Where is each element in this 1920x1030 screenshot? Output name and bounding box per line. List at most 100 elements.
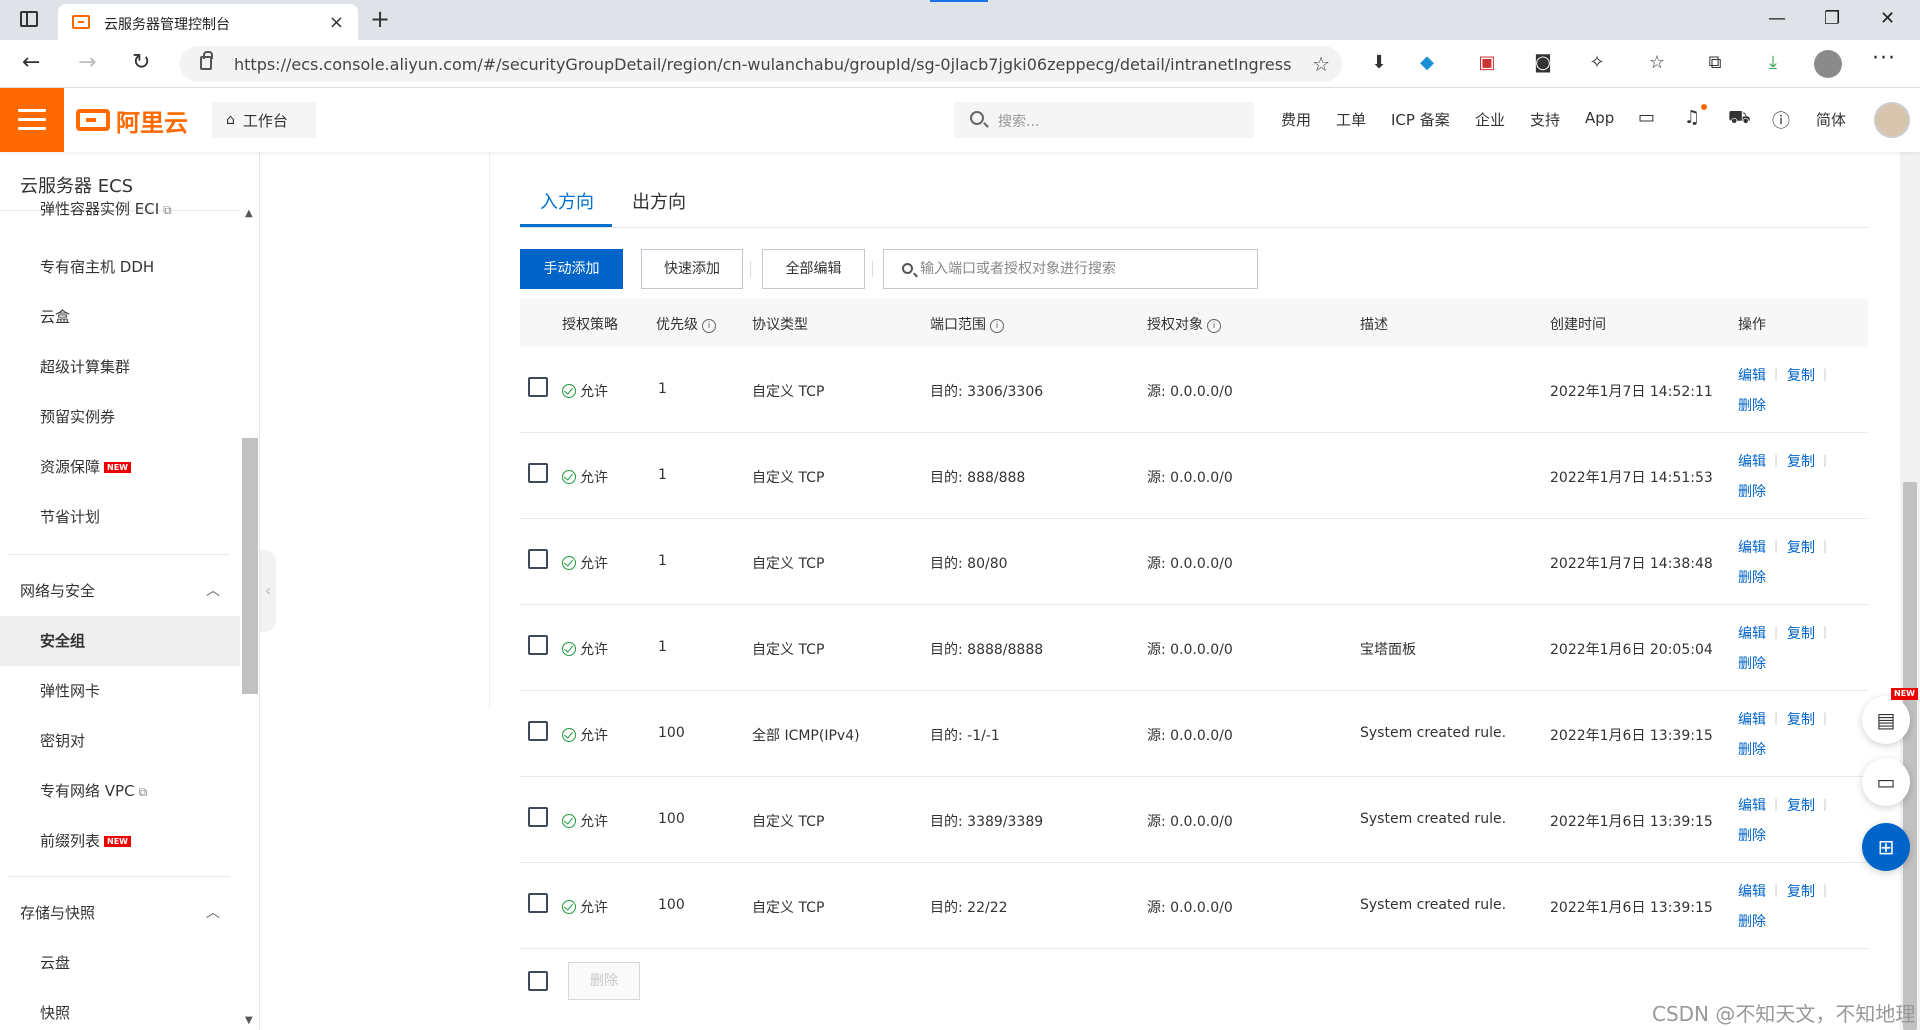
sidebar-group-storage[interactable]: 存储与快照 ︿ [0,888,240,938]
notification-bell-icon[interactable]: ♫ [1684,107,1700,128]
extension-game-icon[interactable]: ◙ [1532,52,1554,74]
new-tab-button[interactable]: + [370,5,390,33]
tab-close-icon[interactable]: × [329,12,344,33]
delete-link[interactable]: 删除 [1738,825,1766,845]
sidebar-item-reserved[interactable]: 预留实例券 [0,392,240,442]
terminal-icon[interactable]: ▭ [1638,107,1655,128]
header-link-ticket[interactable]: 工单 [1336,109,1366,130]
url-text[interactable]: https://ecs.console.aliyun.com/#/securit… [234,55,1291,74]
downloads-status-icon[interactable]: ⤓ [1762,52,1784,74]
copy-link[interactable]: 复制 [1787,451,1815,471]
delete-link[interactable]: 删除 [1738,911,1766,931]
sidebar-item-savings-plan[interactable]: 节省计划 [0,492,240,542]
extension-bird-icon[interactable]: ◆ [1416,52,1438,74]
batch-delete-button[interactable]: 删除 [568,962,640,1000]
edit-link[interactable]: 编辑 [1738,451,1766,471]
edit-link[interactable]: 编辑 [1738,795,1766,815]
header-search-input[interactable]: 搜索... [954,102,1254,138]
copy-link[interactable]: 复制 [1787,881,1815,901]
row-checkbox[interactable] [528,463,548,483]
delete-link[interactable]: 删除 [1738,481,1766,501]
aliyun-logo[interactable]: 阿里云 [76,102,188,138]
favorites-icon[interactable]: ☆ [1646,52,1668,74]
sidebar-scrollbar[interactable]: ▲ ▼ [242,208,258,1030]
sidebar-item-eci[interactable]: 弹性容器实例 ECI ⧉ [0,194,240,228]
header-link-app[interactable]: App [1585,109,1614,127]
delete-link[interactable]: 删除 [1738,567,1766,587]
user-avatar[interactable] [1874,102,1910,138]
minimize-button[interactable]: — [1768,8,1786,29]
info-icon[interactable]: i [702,319,716,333]
info-icon[interactable]: i [990,319,1004,333]
page-scrollbar[interactable] [1900,152,1920,1030]
sidebar-item-supercomputing[interactable]: 超级计算集群 [0,342,240,392]
restore-button[interactable]: ❐ [1824,8,1840,29]
edit-all-button[interactable]: 全部编辑 [762,249,865,289]
info-icon[interactable]: i [1207,319,1221,333]
help-icon[interactable]: ⓘ [1772,107,1790,133]
page-scroll-thumb[interactable] [1903,482,1917,1030]
header-link-enterprise[interactable]: 企业 [1475,109,1505,130]
sidebar-item-resource-guarantee[interactable]: 资源保障 NEW [0,442,240,492]
copy-link[interactable]: 复制 [1787,623,1815,643]
collections-icon[interactable]: ⧉ [1704,52,1726,74]
extensions-puzzle-icon[interactable]: ✧ [1586,52,1608,74]
delete-link[interactable]: 删除 [1738,395,1766,415]
row-checkbox[interactable] [528,893,548,913]
rule-search-field[interactable] [883,249,1258,289]
copy-link[interactable]: 复制 [1787,709,1815,729]
row-checkbox[interactable] [528,635,548,655]
rule-search-input[interactable] [920,258,1250,280]
download-icon[interactable]: ⬇ [1368,52,1390,74]
float-docs-button[interactable]: ▤ NEW [1862,688,1918,744]
float-apps-button[interactable]: ⊞ [1862,823,1910,871]
tab-outbound[interactable]: 出方向 [632,188,686,228]
sidebar-item-prefix-list[interactable]: 前缀列表 NEW [0,816,240,866]
scroll-up-arrow-icon[interactable]: ▲ [245,208,253,219]
cart-icon[interactable]: ⛟ [1728,107,1751,131]
header-link-billing[interactable]: 费用 [1281,109,1311,130]
sidebar-item-disk[interactable]: 云盘 [0,938,240,988]
row-checkbox[interactable] [528,721,548,741]
row-checkbox[interactable] [528,549,548,569]
delete-link[interactable]: 删除 [1738,739,1766,759]
sidebar-item-snapshot[interactable]: 快照 [0,988,240,1030]
profile-avatar-icon[interactable] [1814,50,1842,78]
edit-link[interactable]: 编辑 [1738,623,1766,643]
favorite-star-icon[interactable]: ☆ [1312,52,1330,76]
sidebar-item-ddh[interactable]: 专有宿主机 DDH [0,242,240,292]
edit-link[interactable]: 编辑 [1738,365,1766,385]
extension-screen-icon[interactable]: ▣ [1476,52,1498,74]
sidebar-scroll-thumb[interactable] [242,438,258,694]
browser-tab[interactable]: 云服务器管理控制台 × [58,4,358,40]
edit-link[interactable]: 编辑 [1738,881,1766,901]
float-feedback-button[interactable]: ▭ [1862,758,1910,806]
close-window-button[interactable]: ✕ [1880,8,1895,29]
delete-link[interactable]: 删除 [1738,653,1766,673]
sidebar-item-cloudbox[interactable]: 云盒 [0,292,240,342]
copy-link[interactable]: 复制 [1787,365,1815,385]
lock-icon[interactable] [200,51,213,70]
quick-add-button[interactable]: 快速添加 [641,249,743,289]
language-switch[interactable]: 简体 [1816,109,1846,130]
select-all-checkbox[interactable] [528,971,548,991]
forward-arrow-icon[interactable]: → [78,50,96,75]
sidebar-item-eni[interactable]: 弹性网卡 [0,666,240,716]
scroll-down-arrow-icon[interactable]: ▼ [245,1015,253,1026]
row-checkbox[interactable] [528,807,548,827]
header-link-icp[interactable]: ICP 备案 [1391,109,1450,130]
refresh-icon[interactable]: ↻ [132,50,150,75]
edit-link[interactable]: 编辑 [1738,709,1766,729]
copy-link[interactable]: 复制 [1787,795,1815,815]
sidebar-item-vpc[interactable]: 专有网络 VPC ⧉ [0,766,240,816]
sidebar-item-keypair[interactable]: 密钥对 [0,716,240,766]
sidebar-item-security-group[interactable]: 安全组 [0,616,240,666]
url-field[interactable]: https://ecs.console.aliyun.com/#/securit… [180,46,1342,82]
browser-menu-icon[interactable]: ··· [1872,46,1896,71]
manual-add-button[interactable]: 手动添加 [520,249,623,289]
copy-link[interactable]: 复制 [1787,537,1815,557]
menu-hamburger-icon[interactable] [0,88,64,152]
tab-inbound[interactable]: 入方向 [540,188,594,228]
workbench-button[interactable]: ⌂ 工作台 [212,102,316,138]
header-link-support[interactable]: 支持 [1530,109,1560,130]
